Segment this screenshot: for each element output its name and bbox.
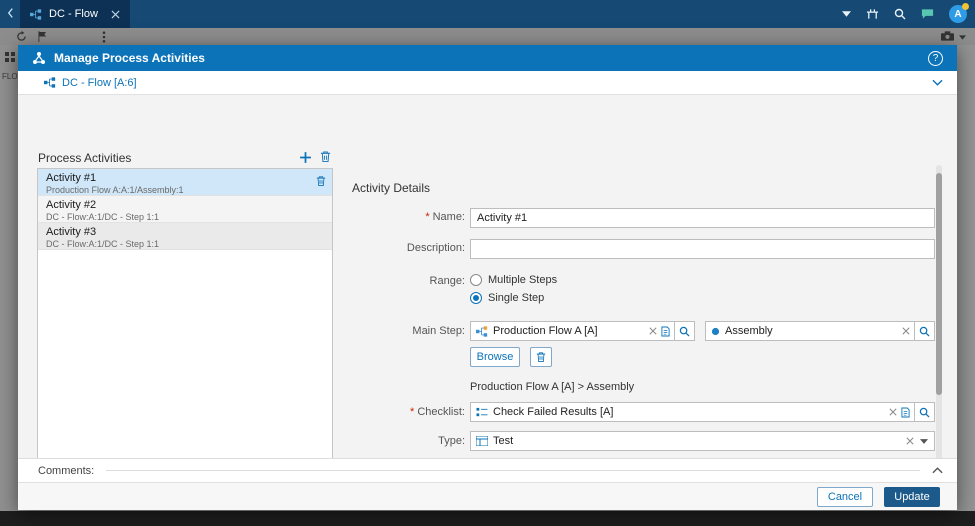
radio-label: Single Step: [488, 292, 545, 304]
type-combo[interactable]: Test: [470, 431, 935, 451]
search-icon[interactable]: [914, 403, 934, 421]
workbench-icon[interactable]: [866, 8, 879, 20]
main-step-flow-value: Production Flow A [A]: [493, 325, 598, 337]
step-status-icon: [711, 327, 720, 336]
breadcrumb-label: DC - Flow [A:6]: [62, 76, 137, 89]
caret-down-icon[interactable]: [920, 438, 928, 444]
radio-single-step[interactable]: Single Step: [470, 292, 544, 304]
chevron-down-icon[interactable]: [932, 79, 943, 86]
tab-label: DC - Flow: [49, 8, 98, 20]
clear-icon[interactable]: [649, 327, 657, 335]
update-button[interactable]: Update: [884, 486, 940, 507]
radio-label: Multiple Steps: [488, 274, 558, 286]
dialog-body: Process Activities Activity #1 Productio…: [18, 95, 957, 502]
flow-icon: [44, 77, 56, 88]
avatar-letter: A: [954, 8, 962, 20]
chevron-up-icon[interactable]: [932, 467, 943, 474]
type-label: Type:: [438, 435, 465, 447]
required-asterisk: *: [410, 406, 415, 418]
main-step-step-value: Assembly: [725, 325, 773, 337]
search-icon[interactable]: [674, 322, 694, 340]
activity-title: Activity #1: [46, 172, 97, 184]
main-step-flow-combo[interactable]: Production Flow A [A]: [470, 321, 695, 341]
description-label: Description:: [406, 242, 465, 254]
caret-down-icon[interactable]: [842, 11, 851, 17]
add-activity-button[interactable]: [299, 151, 312, 164]
main-step-label: Main Step:: [412, 325, 465, 337]
search-icon[interactable]: [894, 8, 906, 20]
checklist-value: Check Failed Results [A]: [493, 406, 614, 418]
manage-process-activities-dialog: Manage Process Activities ? DC - Flow [A…: [18, 45, 957, 510]
trash-icon[interactable]: [316, 175, 326, 187]
dialog-breadcrumb-bar: DC - Flow [A:6]: [18, 71, 957, 95]
clear-icon[interactable]: [902, 327, 910, 335]
delete-activity-button[interactable]: [320, 150, 331, 163]
revision-icon[interactable]: [661, 326, 670, 337]
activities-list: Activity #1 Production Flow A:A:1/Assemb…: [37, 168, 333, 487]
search-icon[interactable]: [914, 322, 934, 340]
topbar-actions: A: [842, 0, 969, 28]
list-item-activity-1[interactable]: Activity #1 Production Flow A:A:1/Assemb…: [38, 169, 332, 196]
breadcrumb[interactable]: DC - Flow [A:6]: [44, 77, 137, 89]
help-icon[interactable]: ?: [928, 50, 943, 66]
help-glyph: ?: [932, 52, 939, 64]
activity-title: Activity #2: [46, 199, 97, 211]
type-value: Test: [493, 435, 514, 447]
revision-icon[interactable]: [901, 407, 910, 418]
description-input[interactable]: [470, 239, 935, 259]
radio-multiple-steps[interactable]: Multiple Steps: [470, 274, 557, 286]
cancel-button[interactable]: Cancel: [817, 486, 873, 507]
main-step-path: Production Flow A [A] > Assembly: [470, 381, 635, 393]
checklist-icon: [476, 407, 488, 418]
dialog-title: Manage Process Activities: [54, 51, 205, 65]
dialog-header: Manage Process Activities ?: [18, 45, 957, 71]
activity-title: Activity #3: [46, 226, 97, 238]
activity-subtitle: Production Flow A:A:1/Assembly:1: [46, 185, 184, 195]
scrollbar-thumb[interactable]: [936, 173, 942, 395]
name-input[interactable]: [470, 208, 935, 228]
screen: DC - Flow A FLOW Manage Process Activiti…: [0, 0, 975, 526]
process-activities-icon: [32, 51, 46, 65]
chat-icon[interactable]: [921, 8, 934, 20]
tab-dc-flow[interactable]: DC - Flow: [20, 0, 130, 28]
chevron-left-icon[interactable]: [7, 7, 14, 19]
activity-details-title: Activity Details: [352, 181, 431, 195]
name-label: * Name:: [425, 211, 465, 223]
activity-subtitle: DC - Flow:A:1/DC - Step 1:1: [46, 239, 160, 249]
flow-icon: [476, 325, 488, 337]
flow-icon: [30, 8, 42, 20]
comments-section: Comments:: [18, 458, 957, 482]
radio-icon-selected: [470, 292, 482, 304]
checklist-label: * Checklist:: [410, 406, 465, 418]
required-asterisk: *: [425, 211, 430, 223]
type-icon: [476, 436, 488, 446]
activity-subtitle: DC - Flow:A:1/DC - Step 1:1: [46, 212, 160, 222]
clear-main-step-button[interactable]: [530, 347, 552, 367]
radio-icon: [470, 274, 482, 286]
notification-badge: [962, 3, 969, 10]
divider: [106, 470, 920, 471]
range-label: Range:: [429, 275, 465, 287]
main-step-step-combo[interactable]: Assembly: [705, 321, 935, 341]
process-activities-title: Process Activities: [38, 151, 132, 165]
top-bar: DC - Flow A: [0, 0, 975, 28]
checklist-combo[interactable]: Check Failed Results [A]: [470, 402, 935, 422]
list-item-activity-3[interactable]: Activity #3 DC - Flow:A:1/DC - Step 1:1: [38, 223, 332, 250]
avatar[interactable]: A: [949, 3, 969, 23]
details-scrollbar: [936, 165, 942, 502]
clear-icon[interactable]: [906, 437, 914, 445]
browse-button[interactable]: Browse: [470, 347, 520, 367]
clear-icon[interactable]: [889, 408, 897, 416]
close-icon[interactable]: [111, 9, 120, 19]
dialog-footer: Cancel Update: [18, 482, 957, 510]
comments-label: Comments:: [38, 464, 95, 477]
list-item-activity-2[interactable]: Activity #2 DC - Flow:A:1/DC - Step 1:1: [38, 196, 332, 223]
